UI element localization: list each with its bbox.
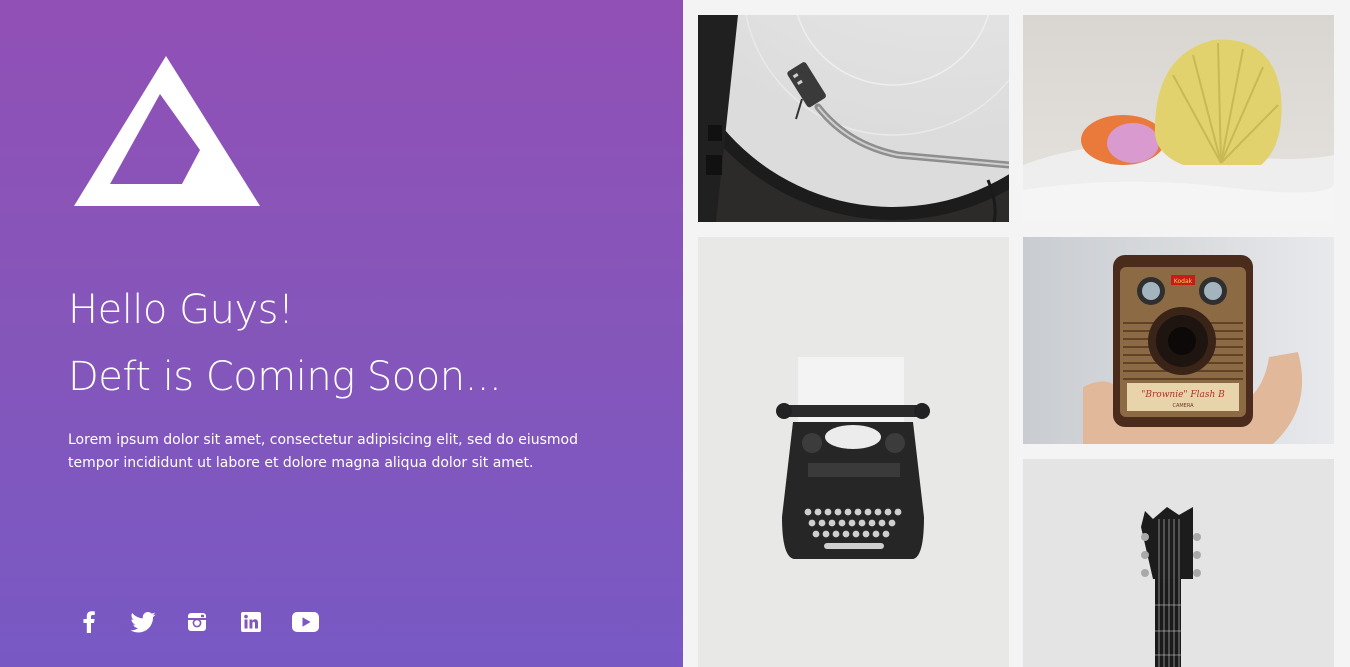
guitar-photo[interactable]: [1023, 459, 1334, 667]
linkedin-icon: [241, 612, 261, 632]
photo-gallery: Kodak "Brownie" Flash B CAMERA: [683, 0, 1350, 667]
twitter-link[interactable]: [128, 607, 158, 637]
seashell-photo[interactable]: [1023, 15, 1334, 222]
camera-brand-text: Kodak: [1174, 278, 1193, 285]
facebook-link[interactable]: [74, 607, 104, 637]
seashell-image: [1023, 15, 1334, 222]
guitar-image: [1023, 459, 1334, 667]
typewriter-image: [698, 237, 1009, 667]
typewriter-photo[interactable]: [698, 237, 1009, 667]
triangle-logo-icon: [74, 56, 260, 206]
turntable-photo[interactable]: [698, 15, 1009, 222]
hero-panel: Hello Guys! Deft is Coming Soon... Lorem…: [0, 0, 683, 667]
turntable-image: [698, 15, 1009, 222]
youtube-icon: [291, 612, 319, 632]
instagram-link[interactable]: [182, 607, 212, 637]
box-camera-photo[interactable]: Kodak "Brownie" Flash B CAMERA: [1023, 237, 1334, 444]
social-links: [74, 607, 344, 637]
linkedin-link[interactable]: [236, 607, 266, 637]
box-camera-image: Kodak "Brownie" Flash B CAMERA: [1023, 237, 1334, 444]
camera-model-text: "Brownie" Flash B: [1141, 390, 1225, 400]
headline-greeting: Hello Guys!: [68, 287, 294, 333]
youtube-link[interactable]: [290, 607, 320, 637]
camera-sub-text: CAMERA: [1172, 403, 1194, 409]
instagram-icon: [188, 613, 206, 631]
hero-description: Lorem ipsum dolor sit amet, consectetur …: [68, 432, 578, 471]
twitter-icon: [130, 611, 156, 632]
facebook-icon: [83, 611, 95, 633]
headline-coming-soon: Deft is Coming Soon...: [68, 354, 502, 400]
